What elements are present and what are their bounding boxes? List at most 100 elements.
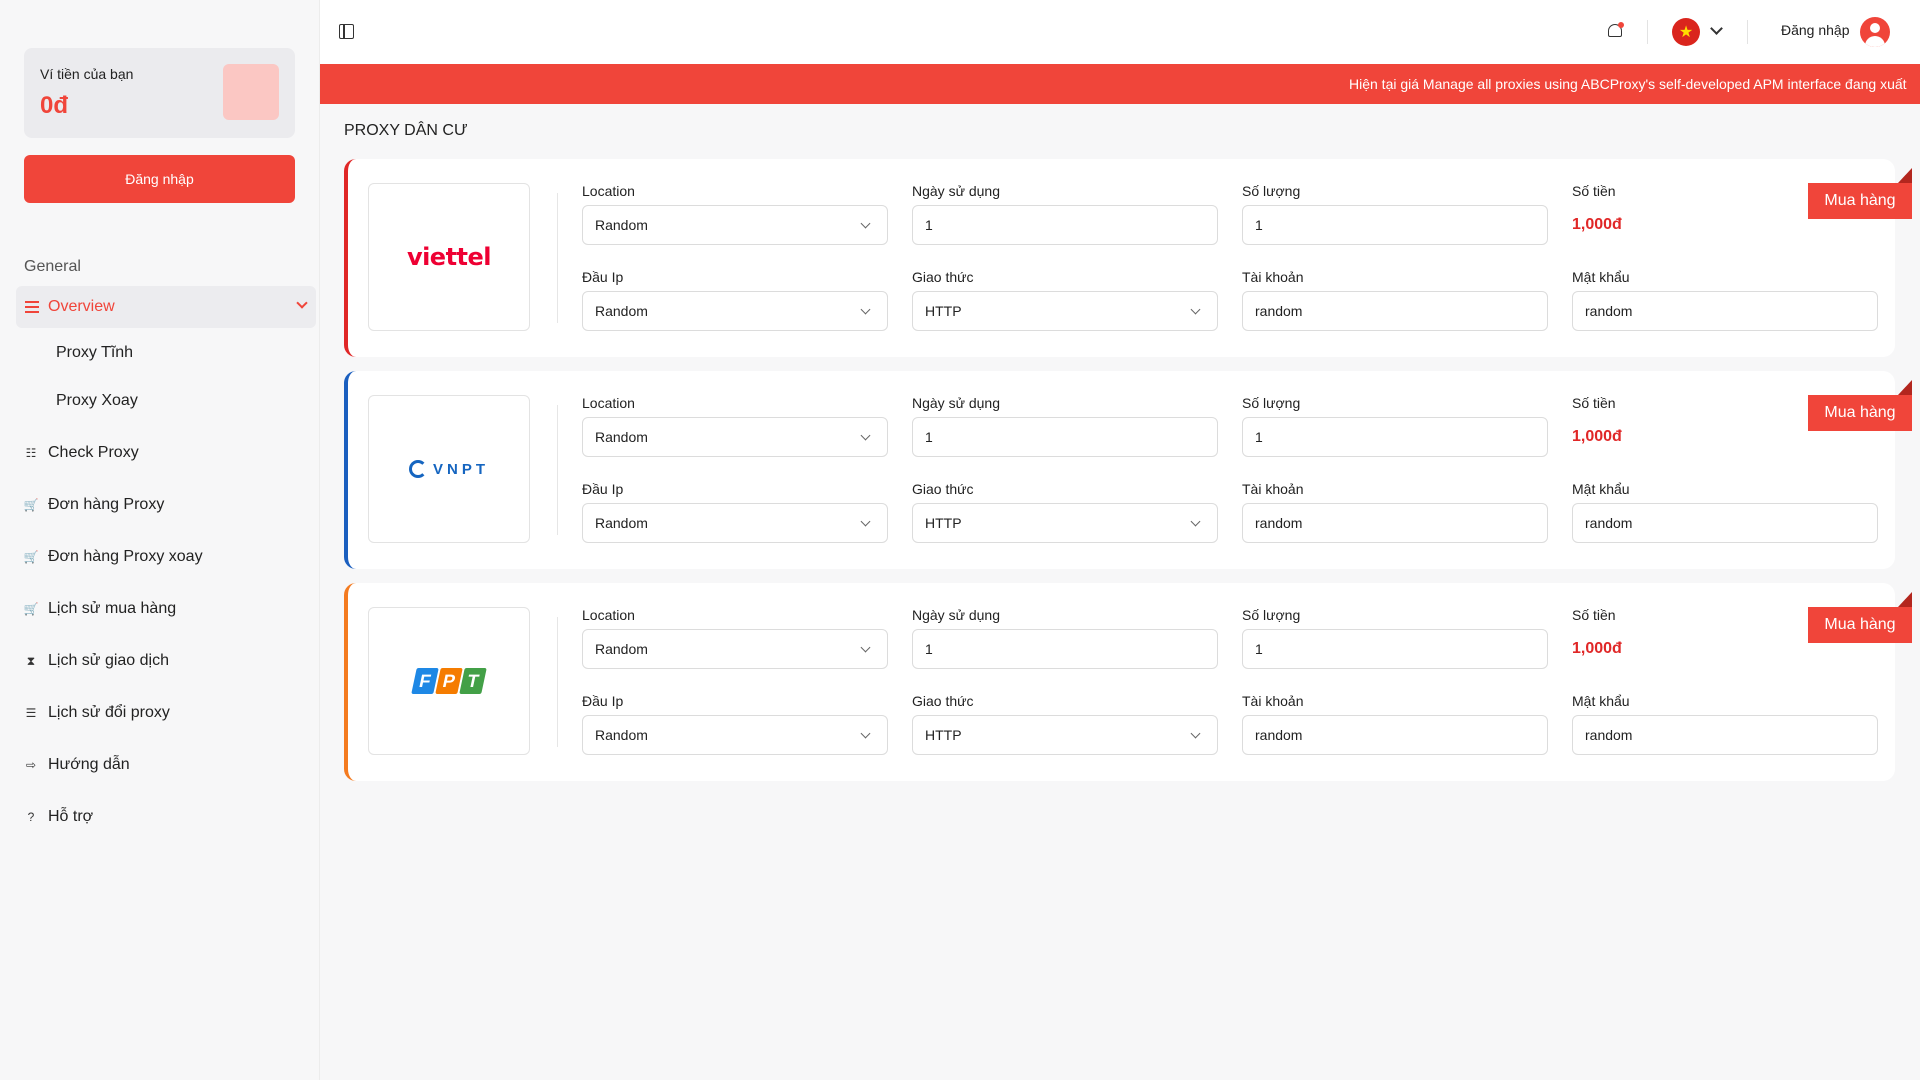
sidebar-item-transaction-history[interactable]: ⧗ Lịch sử giao dịch xyxy=(24,652,169,670)
signpost-icon: ⇨ xyxy=(25,758,37,772)
ip-prefix-select[interactable]: Random xyxy=(582,715,888,755)
days-label: Ngày sử dụng xyxy=(912,607,1000,623)
price-value: 1,000đ xyxy=(1572,216,1622,233)
protocol-select[interactable]: HTTP xyxy=(912,291,1218,331)
sidebar-item-rotating-proxy-orders[interactable]: 🛒 Đơn hàng Proxy xoay xyxy=(24,548,203,566)
protocol-label: Giao thức xyxy=(912,269,974,285)
cart-plus-icon: 🛒 xyxy=(23,602,39,616)
sidebar-item-label: Lịch sử giao dịch xyxy=(48,652,169,669)
password-input[interactable]: random xyxy=(1572,291,1878,331)
viettel-logo: viettel xyxy=(406,243,492,271)
buy-button[interactable]: Mua hàng xyxy=(1808,183,1912,219)
sidebar-item-label: Hỗ trợ xyxy=(48,808,94,825)
user-avatar-icon[interactable] xyxy=(1860,17,1890,47)
sidebar-item-label: Hướng dẫn xyxy=(48,756,130,773)
account-label: Tài khoản xyxy=(1242,269,1304,285)
location-label: Location xyxy=(582,395,635,411)
account-label: Tài khoản xyxy=(1242,693,1304,709)
wallet-card: Ví tiền của bạn 0đ xyxy=(24,48,609,138)
cart-icon: 🛒 xyxy=(23,498,39,512)
password-input[interactable]: random xyxy=(1572,715,1878,755)
sidebar-item-label: Đơn hàng Proxy xoay xyxy=(48,548,203,565)
sidebar-item-label: Đơn hàng Proxy xyxy=(48,496,165,513)
sidebar-item-guide[interactable]: ⇨ Hướng dẫn xyxy=(24,756,130,774)
sidebar-toggle-icon[interactable] xyxy=(339,24,354,39)
days-input[interactable]: 1 xyxy=(912,629,1218,669)
location-label: Location xyxy=(582,607,635,623)
sidebar-item-purchase-history[interactable]: 🛒 Lịch sử mua hàng xyxy=(23,600,177,618)
account-input[interactable]: random xyxy=(1242,715,1548,755)
location-label: Location xyxy=(582,183,635,199)
protocol-label: Giao thức xyxy=(912,693,974,709)
fpt-logo: FPT xyxy=(411,668,487,694)
divider xyxy=(1647,20,1648,44)
list-check-icon: ☷ xyxy=(25,446,37,460)
proxy-card-vnpt: VNPT Location Random Ngày sử dụng 1 Số l… xyxy=(344,371,1912,569)
chevron-down-icon[interactable] xyxy=(1710,22,1723,35)
sidebar-item-proxy-orders[interactable]: 🛒 Đơn hàng Proxy xyxy=(23,496,165,514)
days-label: Ngày sử dụng xyxy=(912,183,1000,199)
protocol-select[interactable]: HTTP xyxy=(912,715,1218,755)
sidebar-item-support[interactable]: ? Hỗ trợ xyxy=(24,808,94,826)
days-label: Ngày sử dụng xyxy=(912,395,1000,411)
sidebar-subitem-proxy-xoay[interactable]: Proxy Xoay xyxy=(56,392,138,410)
account-input[interactable]: random xyxy=(1242,291,1548,331)
divider xyxy=(557,193,558,323)
protocol-label: Giao thức xyxy=(912,481,974,497)
provider-logo: FPT xyxy=(368,607,530,755)
topbar-login-link[interactable]: Đăng nhập xyxy=(1781,22,1850,38)
vnpt-mark-icon xyxy=(408,460,427,478)
wallet-icon xyxy=(223,64,609,120)
chevron-down-icon xyxy=(296,297,308,309)
quantity-input[interactable]: 1 xyxy=(1242,205,1548,245)
buy-button[interactable]: Mua hàng xyxy=(1808,395,1912,431)
price-value: 1,000đ xyxy=(1572,640,1622,657)
sidebar-login-button[interactable]: Đăng nhập xyxy=(24,155,295,203)
sidebar: Ví tiền của bạn 0đ Đăng nhập General Ove… xyxy=(0,0,609,1080)
location-select[interactable]: Random xyxy=(582,205,888,245)
provider-logo: viettel xyxy=(368,183,530,331)
days-input[interactable]: 1 xyxy=(912,417,1218,457)
topbar: ★ Đăng nhập xyxy=(320,0,1920,64)
vnpt-logo: VNPT xyxy=(408,460,489,478)
banner-text: Hiện tại giá Manage all proxies using AB… xyxy=(1349,76,1907,92)
sidebar-item-overview[interactable]: Overview xyxy=(16,286,316,328)
history-icon: ☰ xyxy=(25,706,37,720)
sidebar-item-check-proxy[interactable]: ☷ Check Proxy xyxy=(24,444,139,462)
quantity-input[interactable]: 1 xyxy=(1242,417,1548,457)
sidebar-subitem-proxy-tinh[interactable]: Proxy Tĩnh xyxy=(56,344,133,362)
password-label: Mật khẩu xyxy=(1572,481,1630,497)
sidebar-item-label: Check Proxy xyxy=(48,444,139,461)
ip-prefix-label: Đầu Ip xyxy=(582,693,624,709)
ribbon-fold xyxy=(1898,168,1912,183)
location-select[interactable]: Random xyxy=(582,417,888,457)
protocol-select[interactable]: HTTP xyxy=(912,503,1218,543)
vnpt-logo-text: VNPT xyxy=(432,460,489,478)
account-input[interactable]: random xyxy=(1242,503,1548,543)
page-title: PROXY DÂN CƯ xyxy=(344,122,468,139)
divider xyxy=(1747,20,1748,44)
password-input[interactable]: random xyxy=(1572,503,1878,543)
hourglass-icon: ⧗ xyxy=(26,653,36,668)
quantity-label: Số lượng xyxy=(1242,607,1301,623)
provider-logo: VNPT xyxy=(368,395,530,543)
ip-prefix-select[interactable]: Random xyxy=(582,291,888,331)
ribbon-fold xyxy=(1898,592,1912,607)
quantity-input[interactable]: 1 xyxy=(1242,629,1548,669)
password-label: Mật khẩu xyxy=(1572,693,1630,709)
password-label: Mật khẩu xyxy=(1572,269,1630,285)
days-input[interactable]: 1 xyxy=(912,205,1218,245)
ribbon-fold xyxy=(1898,380,1912,395)
ip-prefix-label: Đầu Ip xyxy=(582,269,624,285)
bell-icon[interactable] xyxy=(1606,22,1624,40)
quantity-label: Số lượng xyxy=(1242,183,1301,199)
price-value: 1,000đ xyxy=(1572,428,1622,445)
sidebar-item-label: Lịch sử đổi proxy xyxy=(48,704,170,721)
ip-prefix-select[interactable]: Random xyxy=(582,503,888,543)
vietnam-flag-icon[interactable]: ★ xyxy=(1672,18,1700,46)
location-select[interactable]: Random xyxy=(582,629,888,669)
wallet-label: Ví tiền của bạn xyxy=(40,66,134,82)
buy-button[interactable]: Mua hàng xyxy=(1808,607,1912,643)
sidebar-item-proxy-change-history[interactable]: ☰ Lịch sử đổi proxy xyxy=(24,704,170,722)
announcement-banner: Hiện tại giá Manage all proxies using AB… xyxy=(320,64,1920,104)
